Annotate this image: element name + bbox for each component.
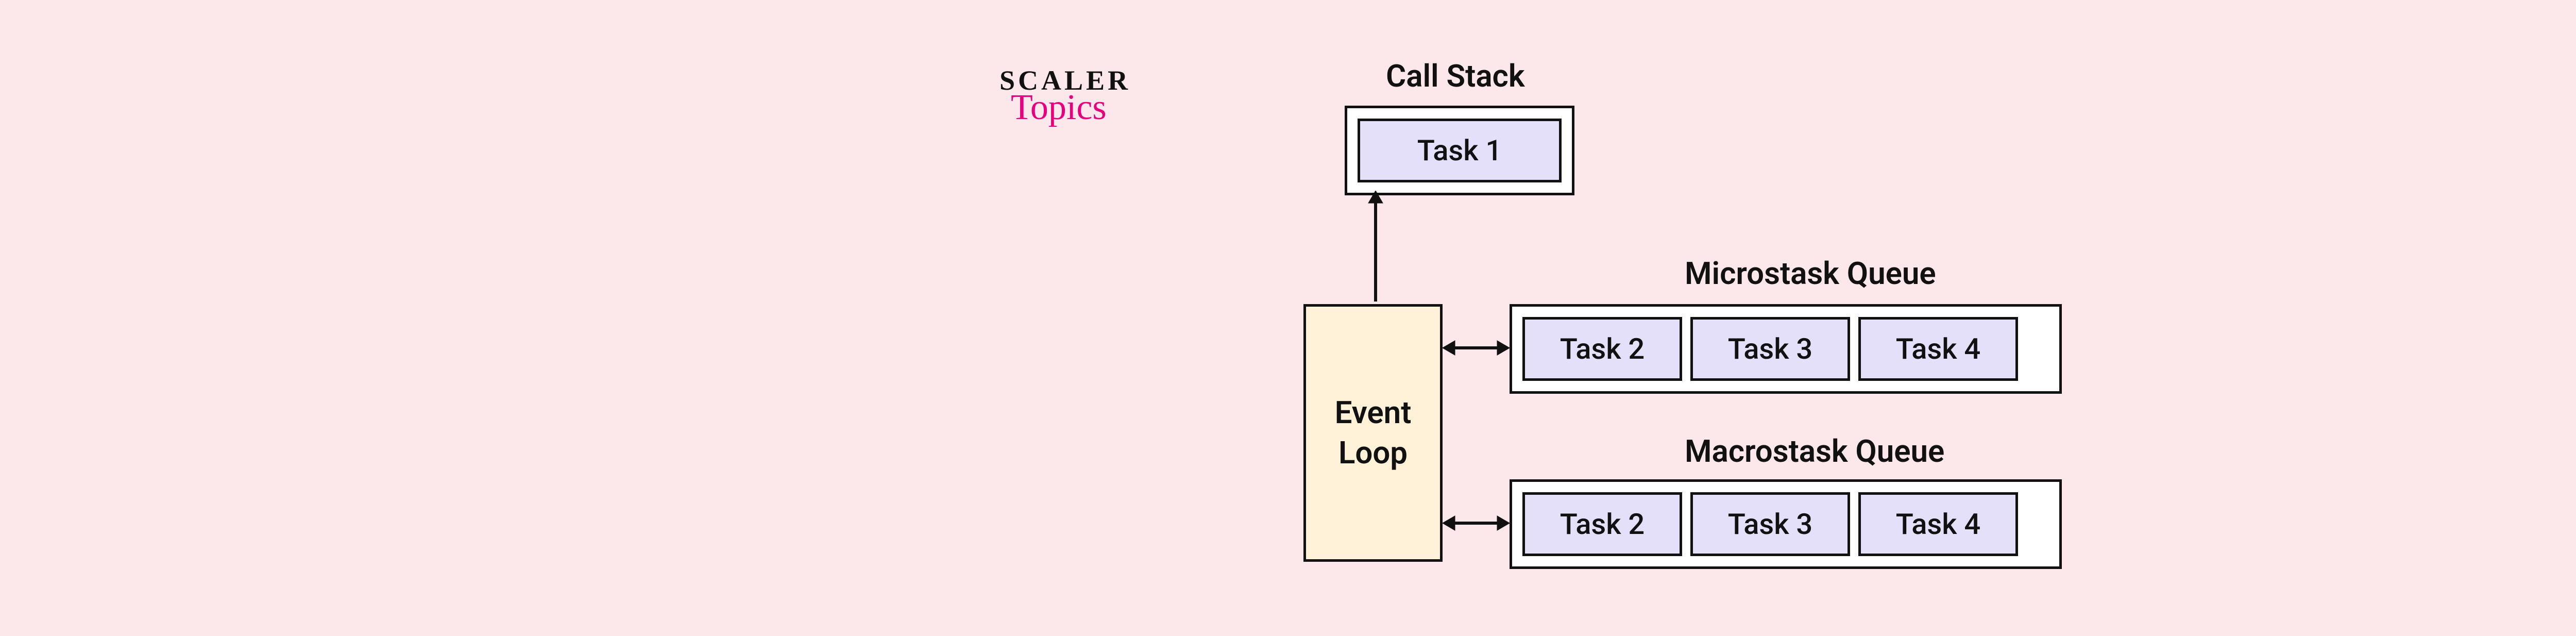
macrotask-task: Task 4 bbox=[1858, 492, 2018, 556]
scaler-topics-logo: SCALER Topics bbox=[999, 64, 1131, 128]
event-loop-box: Event Loop bbox=[1303, 304, 1443, 562]
double-arrow-icon bbox=[1443, 508, 1510, 539]
call-stack-task: Task 1 bbox=[1358, 119, 1562, 182]
macrotask-queue-label: Macrostask Queue bbox=[1685, 433, 1944, 470]
arrow-up-icon bbox=[1365, 191, 1386, 304]
call-stack-label: Call Stack bbox=[1386, 58, 1525, 94]
diagram-canvas: SCALER Topics Call Stack Task 1 Microsta… bbox=[0, 0, 2576, 636]
call-stack-box: Task 1 bbox=[1345, 106, 1574, 195]
double-arrow-icon bbox=[1443, 332, 1510, 363]
macrotask-task: Task 3 bbox=[1690, 492, 1850, 556]
microtask-queue-box: Task 2Task 3Task 4 bbox=[1510, 304, 2062, 394]
microtask-task: Task 3 bbox=[1690, 317, 1850, 381]
microtask-queue-label: Microstask Queue bbox=[1685, 255, 1936, 292]
microtask-task: Task 4 bbox=[1858, 317, 2018, 381]
macrotask-task: Task 2 bbox=[1522, 492, 1682, 556]
macrotask-queue-box: Task 2Task 3Task 4 bbox=[1510, 479, 2062, 569]
microtask-task: Task 2 bbox=[1522, 317, 1682, 381]
